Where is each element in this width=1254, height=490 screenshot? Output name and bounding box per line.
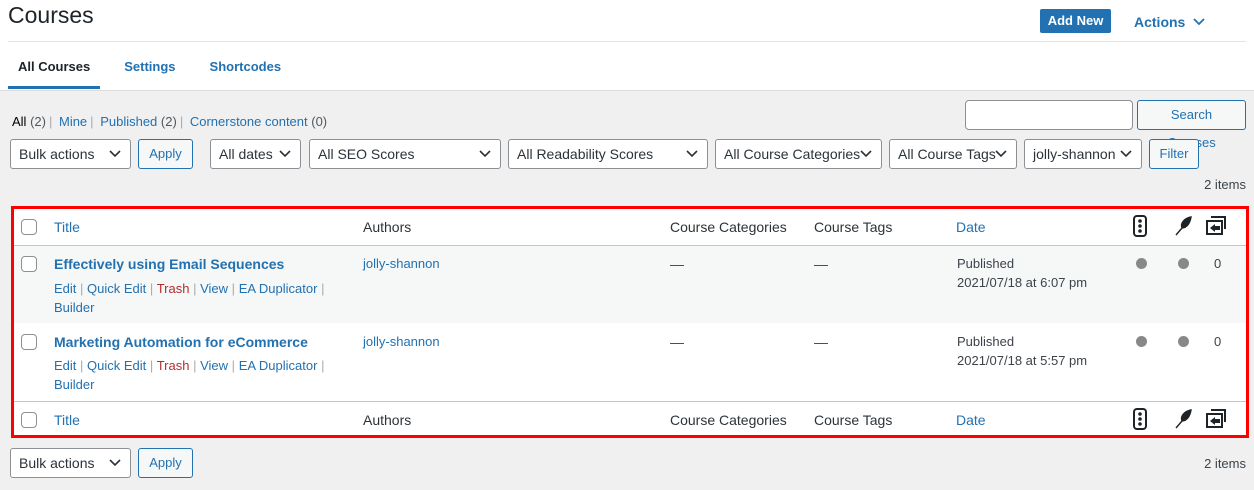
course-categories-select[interactable]: All Course Categories xyxy=(715,139,882,169)
view-link[interactable]: View xyxy=(200,281,228,296)
view-all-count: (2) xyxy=(30,114,46,129)
links-count: 0 xyxy=(1214,256,1222,271)
traffic-light-icon xyxy=(1133,408,1147,430)
column-authors: Authors xyxy=(363,219,412,235)
column-course-categories: Course Categories xyxy=(670,219,787,235)
column-course-tags: Course Tags xyxy=(814,219,893,235)
quick-edit-link[interactable]: Quick Edit xyxy=(87,281,146,296)
chevron-down-icon xyxy=(995,150,1007,158)
view-cornerstone-count: (0) xyxy=(311,114,328,129)
bulk-actions-select-bottom[interactable]: Bulk actions xyxy=(10,448,131,478)
table-row: Effectively using Email Sequences Edit |… xyxy=(14,246,1246,323)
readability-scores-select[interactable]: All Readability Scores xyxy=(508,139,708,169)
ea-duplicator-link[interactable]: EA Duplicator xyxy=(239,281,318,296)
outgoing-links-icon xyxy=(1206,409,1226,428)
column-title[interactable]: Title xyxy=(54,412,80,428)
tags-value: — xyxy=(814,256,828,272)
bulk-actions-select[interactable]: Bulk actions xyxy=(10,139,131,169)
course-title-link[interactable]: Marketing Automation for eCommerce xyxy=(54,334,308,350)
readability-score-dot xyxy=(1178,336,1189,347)
actions-label: Actions xyxy=(1134,14,1186,30)
view-cornerstone[interactable]: Cornerstone content xyxy=(190,114,308,129)
items-count: 2 items xyxy=(1204,177,1246,192)
column-title[interactable]: Title xyxy=(54,219,80,235)
table-row: Marketing Automation for eCommerce Edit … xyxy=(14,323,1246,401)
view-published[interactable]: Published xyxy=(100,114,157,129)
date-status: Published xyxy=(957,256,1015,271)
builder-link[interactable]: Builder xyxy=(54,377,94,392)
table-header-row: Title Authors Course Categories Course T… xyxy=(14,209,1246,246)
course-tags-select[interactable]: All Course Tags xyxy=(889,139,1017,169)
apply-button[interactable]: Apply xyxy=(138,139,193,169)
column-date[interactable]: Date xyxy=(956,412,986,428)
outgoing-links-icon xyxy=(1206,216,1226,235)
chevron-down-icon xyxy=(1193,18,1205,26)
row-actions: Edit | Quick Edit | Trash | View | EA Du… xyxy=(54,358,325,392)
actions-menu[interactable]: Actions xyxy=(1134,14,1205,30)
chevron-down-icon xyxy=(279,150,291,158)
view-published-count: (2) xyxy=(160,114,177,129)
ea-duplicator-link[interactable]: EA Duplicator xyxy=(239,358,318,373)
filter-button[interactable]: Filter xyxy=(1149,139,1199,169)
select-all-checkbox[interactable] xyxy=(21,219,37,235)
chevron-down-icon xyxy=(860,150,872,158)
top-bar: Courses Add New Actions All Courses Sett… xyxy=(0,0,1254,91)
categories-value: — xyxy=(670,334,684,350)
chevron-down-icon xyxy=(1120,150,1132,158)
chevron-down-icon xyxy=(479,150,491,158)
row-actions: Edit | Quick Edit | Trash | View | EA Du… xyxy=(54,281,325,315)
view-mine[interactable]: Mine xyxy=(59,114,87,129)
header-divider xyxy=(8,41,1246,42)
search-courses-button[interactable]: Search Courses xyxy=(1137,100,1246,150)
edit-link[interactable]: Edit xyxy=(54,281,76,296)
trash-link[interactable]: Trash xyxy=(157,358,190,373)
feather-icon xyxy=(1175,409,1192,429)
add-new-button[interactable]: Add New xyxy=(1040,9,1111,33)
chevron-down-icon xyxy=(109,150,121,158)
page-title: Courses xyxy=(8,2,94,28)
view-all[interactable]: All xyxy=(12,114,26,129)
date-value: 2021/07/18 at 6:07 pm xyxy=(957,275,1088,290)
column-authors: Authors xyxy=(363,412,412,428)
tab-settings[interactable]: Settings xyxy=(114,59,185,89)
trash-link[interactable]: Trash xyxy=(157,281,190,296)
view-link[interactable]: View xyxy=(200,358,228,373)
row-checkbox[interactable] xyxy=(21,334,37,350)
tab-shortcodes[interactable]: Shortcodes xyxy=(200,59,292,89)
author-link[interactable]: jolly-shannon xyxy=(363,334,440,349)
search-input[interactable] xyxy=(965,100,1133,130)
links-count: 0 xyxy=(1214,334,1222,349)
tabs: All Courses Settings Shortcodes xyxy=(8,59,305,89)
apply-button-bottom[interactable]: Apply xyxy=(138,448,193,478)
author-select[interactable]: jolly-shannon xyxy=(1024,139,1142,169)
dates-select[interactable]: All dates xyxy=(210,139,301,169)
builder-link[interactable]: Builder xyxy=(54,300,94,315)
column-course-tags: Course Tags xyxy=(814,412,893,428)
feather-icon xyxy=(1175,216,1192,236)
seo-score-dot xyxy=(1136,336,1147,347)
chevron-down-icon xyxy=(686,150,698,158)
categories-value: — xyxy=(670,256,684,272)
tags-value: — xyxy=(814,334,828,350)
courses-table: Title Authors Course Categories Course T… xyxy=(11,206,1249,438)
tab-all-courses[interactable]: All Courses xyxy=(8,59,101,89)
date-value: 2021/07/18 at 5:57 pm xyxy=(957,353,1088,368)
column-course-categories: Course Categories xyxy=(670,412,787,428)
readability-score-dot xyxy=(1178,258,1189,269)
author-link[interactable]: jolly-shannon xyxy=(363,256,440,271)
view-filters: All (2) | Mine | Published (2) | Cornerston… xyxy=(12,114,328,129)
row-checkbox[interactable] xyxy=(21,256,37,272)
table-footer-row: Title Authors Course Categories Course T… xyxy=(14,401,1246,435)
seo-score-dot xyxy=(1136,258,1147,269)
select-all-checkbox[interactable] xyxy=(21,412,37,428)
seo-scores-select[interactable]: All SEO Scores xyxy=(309,139,501,169)
chevron-down-icon xyxy=(109,459,121,467)
traffic-light-icon xyxy=(1133,215,1147,237)
items-count-bottom: 2 items xyxy=(1204,456,1246,471)
edit-link[interactable]: Edit xyxy=(54,358,76,373)
quick-edit-link[interactable]: Quick Edit xyxy=(87,358,146,373)
date-status: Published xyxy=(957,334,1015,349)
course-title-link[interactable]: Effectively using Email Sequences xyxy=(54,256,284,272)
column-date[interactable]: Date xyxy=(956,219,986,235)
